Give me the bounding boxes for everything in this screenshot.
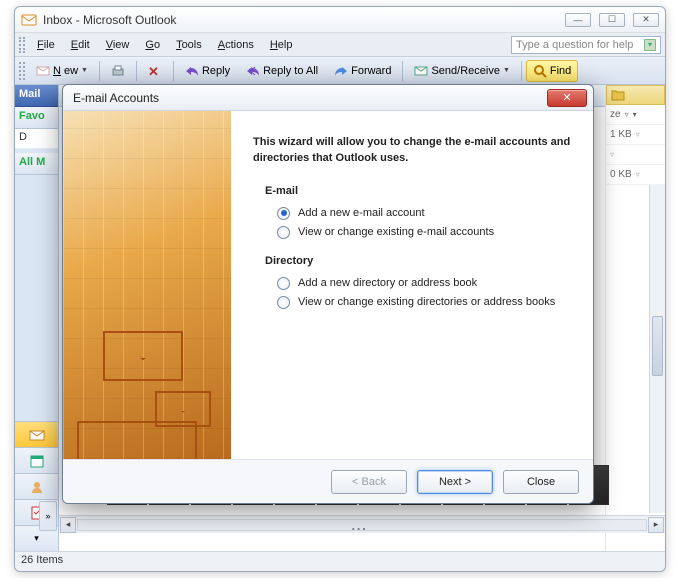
size-header[interactable]: ze ▿ ▾ <box>606 105 665 125</box>
folder-icon-row[interactable] <box>606 85 665 105</box>
delete-button[interactable]: ✕ <box>141 60 169 82</box>
chevron-down-icon: ▼ <box>503 67 510 74</box>
print-icon <box>111 64 125 78</box>
list-item[interactable]: 0 KB ▿ <box>606 165 665 185</box>
send-receive-button[interactable]: Send/Receive▼ <box>407 60 516 82</box>
toolbar-separator <box>173 61 174 81</box>
nav-mail-header: Mail <box>15 85 58 107</box>
reply-all-button[interactable]: Reply to All <box>239 60 325 82</box>
reply-label: Reply <box>202 65 230 77</box>
reply-all-label: Reply to All <box>263 65 318 77</box>
close-button[interactable]: Close <box>503 470 579 494</box>
reply-all-icon <box>246 64 260 78</box>
menu-help[interactable]: Help <box>262 37 301 53</box>
nav-calendar-icon[interactable] <box>15 447 58 473</box>
menu-go[interactable]: Go <box>137 37 168 53</box>
nav-all-mail-header[interactable]: All M <box>15 153 58 175</box>
nav-row[interactable]: D <box>15 129 58 149</box>
find-button[interactable]: Find <box>526 60 578 82</box>
menu-file[interactable]: File <box>29 37 63 53</box>
nav-mail-icon[interactable] <box>15 421 58 447</box>
back-button: < Back <box>331 470 407 494</box>
toolbar-separator <box>402 61 403 81</box>
email-accounts-dialog: E-mail Accounts ✕ This wizard will allow… <box>62 84 594 504</box>
list-item[interactable]: 1 KB ▿ <box>606 125 665 145</box>
forward-label: Forward <box>351 65 391 77</box>
minimize-button[interactable]: — <box>565 13 591 27</box>
dialog-content: This wizard will allow you to change the… <box>231 111 593 459</box>
radio-view-directory[interactable]: View or change existing directories or a… <box>277 296 571 309</box>
scroll-right-arrow[interactable]: ▸ <box>648 517 664 533</box>
find-label: Find <box>550 65 571 77</box>
radio-icon <box>277 226 290 239</box>
horizontal-scrollbar[interactable]: ◂ ⋯ ▸ <box>59 515 665 533</box>
radio-add-directory[interactable]: Add a new directory or address book <box>277 277 571 290</box>
next-button[interactable]: Next > <box>417 470 493 494</box>
find-icon <box>533 64 547 78</box>
list-item[interactable]: ▿ <box>606 145 665 165</box>
section-email-title: E-mail <box>265 185 571 197</box>
vertical-scrollbar[interactable] <box>649 185 665 513</box>
nav-contacts-icon[interactable] <box>15 473 58 499</box>
reply-icon <box>185 64 199 78</box>
close-window-button[interactable]: ✕ <box>633 13 659 27</box>
menu-actions[interactable]: Actions <box>210 37 262 53</box>
scroll-track[interactable]: ⋯ <box>77 519 647 531</box>
dialog-footer: < Back Next > Close <box>63 459 593 503</box>
reply-button[interactable]: Reply <box>178 60 237 82</box>
help-search-input[interactable]: Type a question for help ▾ <box>511 36 661 54</box>
new-button[interactable]: NNewew ▼ <box>29 60 95 82</box>
nav-favorites-header[interactable]: Favo <box>15 107 58 129</box>
chevron-down-icon: ▼ <box>81 67 88 74</box>
forward-button[interactable]: Forward <box>327 60 398 82</box>
envelope-icon <box>77 421 197 459</box>
toolbar-separator <box>136 61 137 81</box>
scroll-thumb[interactable] <box>652 316 663 376</box>
radio-label: View or change existing e-mail accounts <box>298 226 494 238</box>
navigation-pane: Mail Favo D All M ▾ <box>15 85 59 551</box>
dialog-title-bar[interactable]: E-mail Accounts ✕ <box>63 85 593 111</box>
nav-overflow-chevron[interactable]: » <box>39 501 57 531</box>
main-toolbar: NNewew ▼ ✕ Reply Reply to All Forward Se… <box>15 57 665 85</box>
radio-icon <box>277 296 290 309</box>
dialog-body: This wizard will allow you to change the… <box>63 111 593 459</box>
title-bar: Inbox - Microsoft Outlook — ☐ ✕ <box>15 7 665 33</box>
window-title: Inbox - Microsoft Outlook <box>43 13 565 27</box>
radio-icon <box>277 277 290 290</box>
dialog-title: E-mail Accounts <box>73 91 547 105</box>
scroll-left-arrow[interactable]: ◂ <box>60 517 76 533</box>
toolbar-separator <box>99 61 100 81</box>
status-items-count: 26 Items <box>21 554 63 566</box>
new-mail-icon <box>36 64 50 78</box>
nav-icon-strip: ▾ <box>15 421 58 551</box>
outlook-icon <box>21 12 37 28</box>
menu-bar: File Edit View Go Tools Actions Help Typ… <box>15 33 665 57</box>
radio-label: Add a new directory or address book <box>298 277 477 289</box>
status-bar: 26 Items <box>15 551 665 571</box>
toolbar-separator <box>521 61 522 81</box>
dialog-sidebar-graphic <box>63 111 231 459</box>
help-dropdown-icon[interactable]: ▾ <box>644 39 656 51</box>
menu-view[interactable]: View <box>98 37 138 53</box>
menu-tools[interactable]: Tools <box>168 37 210 53</box>
help-search-placeholder: Type a question for help <box>516 39 633 51</box>
section-directory-title: Directory <box>265 255 571 267</box>
send-receive-icon <box>414 64 428 78</box>
menu-edit[interactable]: Edit <box>63 37 98 53</box>
menu-grip[interactable] <box>19 37 25 53</box>
send-receive-label: Send/Receive <box>431 65 500 77</box>
toolbar-grip[interactable] <box>19 62 25 80</box>
print-button[interactable] <box>104 60 132 82</box>
envelope-icon <box>103 331 183 381</box>
dialog-intro-text: This wizard will allow you to change the… <box>253 135 571 167</box>
radio-add-email[interactable]: Add a new e-mail account <box>277 207 571 220</box>
radio-label: Add a new e-mail account <box>298 207 425 219</box>
radio-label: View or change existing directories or a… <box>298 296 555 308</box>
delete-icon: ✕ <box>148 64 162 78</box>
dialog-close-button[interactable]: ✕ <box>547 89 587 107</box>
radio-view-email[interactable]: View or change existing e-mail accounts <box>277 226 571 239</box>
forward-icon <box>334 64 348 78</box>
maximize-button[interactable]: ☐ <box>599 13 625 27</box>
radio-icon <box>277 207 290 220</box>
